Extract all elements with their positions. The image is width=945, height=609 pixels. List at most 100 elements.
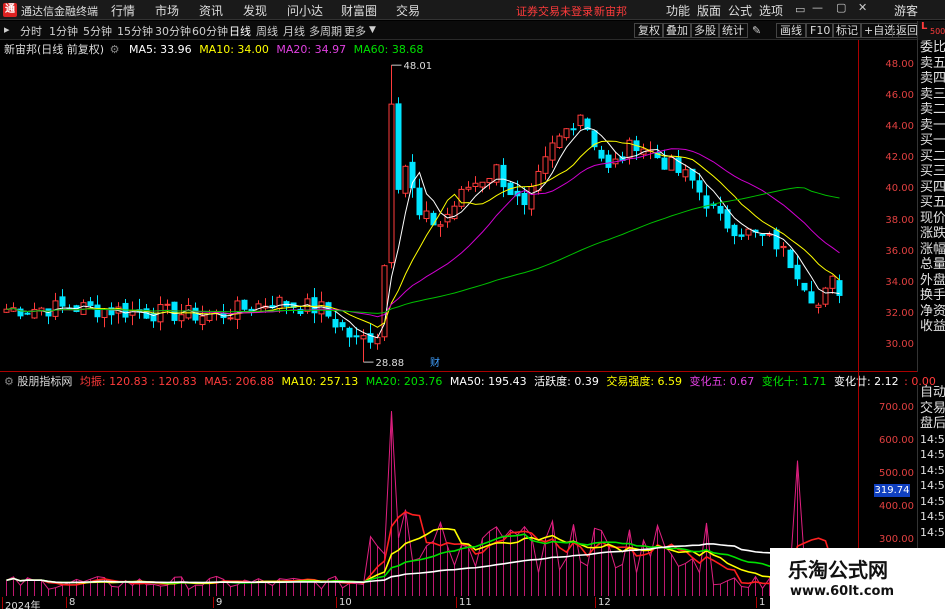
date-axis: 2024年 8 9 10 11 12 1 (0, 597, 858, 609)
overlay-button[interactable]: 叠加 (662, 23, 692, 38)
chat-icon[interactable]: ▭ (795, 3, 805, 16)
candle-body (745, 228, 752, 236)
high-label: 48.01 (404, 61, 433, 72)
price-candlestick-chart[interactable]: 48.01 28.88 财 (0, 56, 858, 368)
period-intraday[interactable]: 分时 (20, 23, 42, 39)
toolbar-icon[interactable]: ▸ (4, 23, 10, 36)
statistics-button[interactable]: 统计 (718, 23, 748, 38)
ind-ma50-line (6, 543, 840, 584)
menu-news[interactable]: 资讯 (199, 2, 223, 19)
close-icon[interactable]: ✕ (858, 1, 867, 14)
quote-field-label: 买五 (920, 195, 945, 210)
menu-layout[interactable]: 版面 (697, 2, 721, 19)
candle-body (3, 308, 10, 313)
minimize-icon[interactable]: — (812, 1, 823, 14)
junzhen-value: 均振: 120.83 : 120.83 (79, 375, 197, 388)
multi-stock-button[interactable]: 多股 (690, 23, 720, 38)
candle-body (472, 182, 479, 188)
candle-body (773, 229, 780, 250)
candle-body (52, 300, 59, 317)
f10-button[interactable]: F10 (806, 23, 835, 38)
watermark: 乐淘公式网 www.60lt.com (770, 548, 945, 609)
ma20-line (6, 148, 840, 318)
login-status[interactable]: 证券交易未登录 (516, 3, 593, 19)
tick-field-label: 14:56 (920, 432, 945, 446)
indicator-tick-label: 600.00 (879, 434, 914, 446)
more-dropdown-icon[interactable]: ▼ (369, 25, 376, 35)
indicator-chart[interactable] (0, 388, 858, 596)
date-tick-label: 9 (213, 597, 222, 608)
quote-field-label: 外盘 (920, 272, 945, 288)
maximize-icon[interactable]: ▢ (836, 1, 846, 14)
tick-field-label: 14:56 (920, 463, 945, 477)
date-tick-label: 1 (756, 597, 765, 608)
candle-body (822, 287, 829, 305)
guest-user[interactable]: 游客 (894, 2, 918, 19)
draw-line-button[interactable]: 画线 (776, 23, 806, 38)
candle-body (801, 282, 808, 291)
menu-trade[interactable]: 交易 (396, 2, 420, 19)
settings-icon[interactable]: ⚙ (110, 43, 120, 56)
menu-ask[interactable]: 问小达 (287, 2, 323, 19)
candle-body (717, 205, 724, 214)
quote-field-label: 换手 (920, 288, 945, 303)
mark-button[interactable]: 标记 (832, 23, 862, 38)
price-tick-label: 40.00 (885, 183, 914, 195)
candle-body (521, 192, 528, 206)
quote-field-label: 买一 (920, 133, 945, 148)
candle-body (346, 327, 353, 338)
price-tick-label: 30.00 (885, 338, 914, 350)
ind-ma10-value: MA10: 257.13 (281, 375, 359, 388)
menu-discover[interactable]: 发现 (243, 2, 267, 19)
ma10-value: MA10: 34.00 (199, 43, 269, 56)
quote-field-label: 卖二 (920, 102, 945, 117)
finance-marker[interactable]: 财 (430, 356, 440, 368)
period-monthly[interactable]: 月线 (283, 23, 305, 39)
ma5-line (6, 127, 840, 339)
period-30min[interactable]: 30分钟 (155, 23, 191, 39)
candle-body (437, 224, 444, 227)
menu-market-quotes[interactable]: 行情 (111, 2, 135, 19)
draw-icon[interactable]: ✎ (752, 24, 761, 37)
candle-body (339, 322, 346, 328)
menu-function[interactable]: 功能 (666, 2, 690, 19)
price-tick-label: 46.00 (885, 90, 914, 102)
candle-body (682, 169, 689, 178)
period-weekly[interactable]: 周线 (256, 23, 278, 39)
period-multi[interactable]: 多周期 (309, 23, 342, 39)
period-60min[interactable]: 60分钟 (192, 23, 228, 39)
indicator-tick-label: 400.00 (879, 500, 914, 512)
candle-body (192, 307, 199, 321)
quote-panel: 委比 卖五 卖四 卖三 卖二 卖一 买一 买二 买三 买四 买五 现价 涨跌 涨幅 总量 外盘 换手 净资 收益 (917, 40, 945, 372)
period-toolbar: ▸ 分时 1分钟 5分钟 15分钟 30分钟 60分钟 日线 周线 月线 多周期… (0, 21, 945, 40)
candle-body (360, 335, 367, 340)
candle-body (738, 234, 745, 237)
candle-body (199, 315, 206, 326)
candle-body (430, 212, 437, 226)
menu-formula[interactable]: 公式 (728, 2, 752, 19)
indicator-legend: ⚙ 股朋指标网 均振: 120.83 : 120.83 MA5: 206.88 … (0, 373, 936, 388)
main-chart-legend: 新宙邦(日线 前复权) ⚙ MA5: 33.96 MA10: 34.00 MA2… (0, 41, 700, 56)
indicator-tick-label: 500.00 (879, 467, 914, 479)
candle-body (423, 210, 430, 220)
menu-wealth[interactable]: 财富圈 (341, 2, 377, 19)
pane-separator (0, 371, 917, 372)
adjust-button[interactable]: 复权 (634, 23, 664, 38)
candle-body (542, 156, 549, 174)
period-1min[interactable]: 1分钟 (49, 23, 78, 39)
candle-body (486, 177, 493, 184)
bianhua5-value: 变化五: 0.67 (689, 375, 755, 388)
date-tick-label: 12 (595, 597, 611, 608)
menu-options[interactable]: 选项 (759, 2, 783, 19)
bianhua10-value: 变化十: 1.71 (761, 375, 827, 388)
candle-body (563, 128, 570, 139)
indicator-settings-icon[interactable]: ⚙ (4, 375, 14, 388)
period-15min[interactable]: 15分钟 (117, 23, 153, 39)
menu-market[interactable]: 市场 (155, 2, 179, 19)
date-tick-label: 11 (456, 597, 472, 608)
candle-body (332, 318, 339, 328)
candle-body (101, 308, 108, 318)
period-daily[interactable]: 日线 (229, 23, 251, 39)
period-5min[interactable]: 5分钟 (83, 23, 112, 39)
period-more[interactable]: 更多 (344, 23, 366, 39)
